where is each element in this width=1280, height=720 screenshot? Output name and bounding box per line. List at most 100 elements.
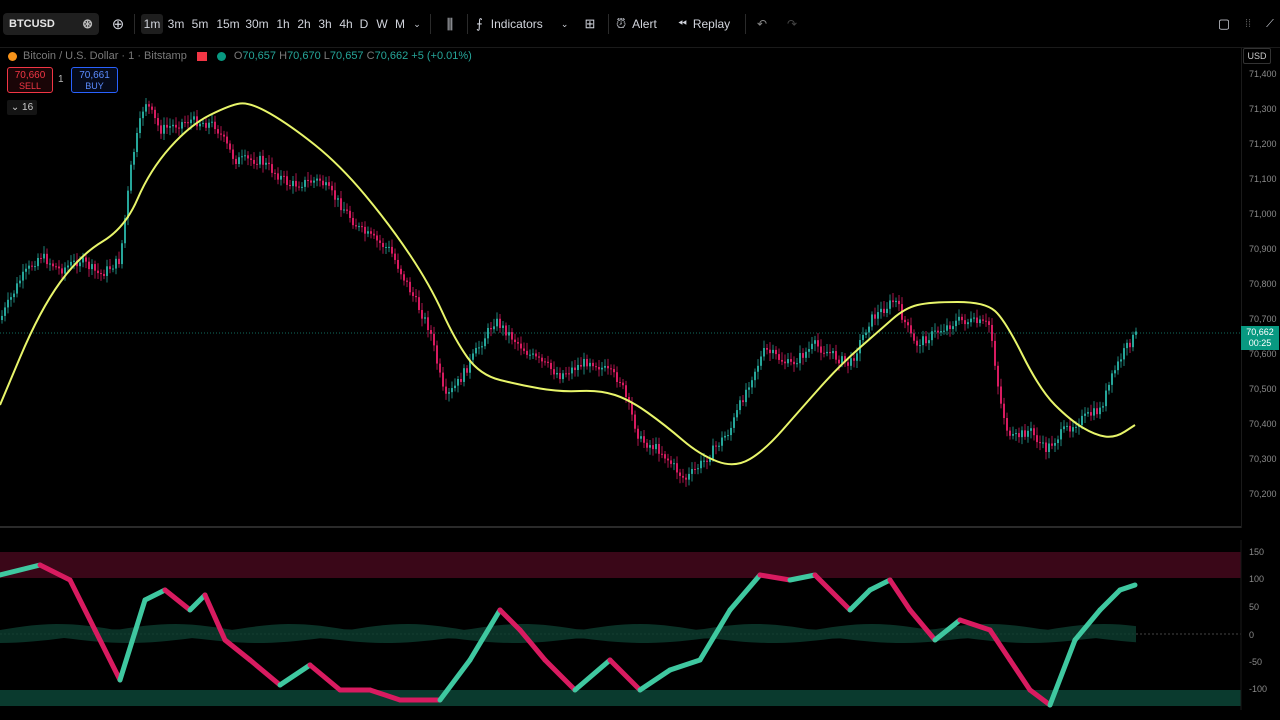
candle-body	[493, 326, 495, 330]
candle-body	[688, 473, 690, 480]
candle-body	[910, 325, 912, 334]
candle-body	[1030, 428, 1032, 431]
candle-body	[1087, 412, 1089, 414]
candle-body	[916, 340, 918, 346]
candle-body	[742, 400, 744, 403]
candle-body	[814, 340, 816, 344]
candle-body	[34, 266, 36, 268]
price-tick: 71,400	[1249, 69, 1277, 79]
candle-body	[247, 155, 249, 159]
candle-body	[226, 136, 228, 144]
candle-body	[424, 317, 426, 319]
candle-body	[298, 186, 300, 188]
candle-body	[496, 318, 498, 327]
candle-body	[703, 460, 705, 462]
oscillator-wave-segment	[867, 577, 893, 593]
candle-body	[79, 262, 81, 267]
oscillator-wave-segment	[247, 657, 283, 688]
buy-button[interactable]: 70,661 BUY	[71, 67, 118, 93]
oscillator-wave-segment	[1007, 657, 1033, 693]
buy-label: BUY	[85, 81, 104, 91]
trading-chart-app: BTCUSD ⊛ ⊕ 1m 3m 5m 15m 30m 1h 2h 3h 4h …	[0, 0, 1280, 720]
candle-body	[289, 184, 291, 187]
candle-body	[838, 359, 840, 364]
oscillator-wave-segment	[847, 587, 873, 613]
candle-body	[1045, 442, 1047, 452]
candle-body	[442, 372, 444, 387]
candle-body	[547, 361, 549, 363]
bar-countdown: 00:25	[1248, 338, 1272, 348]
legend-low: 70,657	[329, 50, 364, 62]
candle-body	[1105, 390, 1107, 407]
candle-body	[538, 356, 540, 358]
moving-average-line	[0, 102, 1136, 466]
candle-body	[418, 297, 420, 311]
candle-body	[376, 235, 378, 241]
indicators-collapse-toggle[interactable]: ⌄ 16	[7, 100, 37, 115]
candle-body	[343, 209, 345, 211]
candle-body	[706, 460, 708, 462]
candle-body	[4, 307, 6, 316]
candle-body	[778, 354, 780, 360]
candle-body	[475, 347, 477, 354]
candle-body	[403, 274, 405, 281]
candle-body	[505, 325, 507, 336]
candle-body	[1063, 426, 1065, 430]
candle-body	[40, 257, 42, 259]
candle-body	[367, 231, 369, 234]
candle-body	[1039, 442, 1041, 444]
candle-body	[193, 116, 195, 120]
candle-body	[520, 343, 522, 349]
candle-body	[145, 104, 147, 112]
candle-body	[718, 445, 720, 447]
candle-body	[271, 164, 273, 173]
candle-body	[1021, 430, 1023, 438]
candle-body	[481, 346, 483, 348]
candle-body	[319, 178, 321, 181]
candle-body	[637, 428, 639, 439]
oscillator-wave-segment	[667, 657, 703, 673]
legend-close-label: C	[366, 50, 375, 62]
candle-body	[523, 348, 525, 351]
candle-body	[802, 353, 804, 358]
candle-body	[112, 268, 114, 270]
candle-body	[172, 124, 174, 127]
candle-body	[97, 270, 99, 274]
candle-body	[784, 361, 786, 364]
legend-high-label: H	[279, 50, 288, 62]
candle-body	[964, 320, 966, 325]
candle-body	[235, 158, 237, 165]
candle-body	[187, 122, 189, 124]
candle-body	[1006, 418, 1008, 431]
candle-body	[673, 463, 675, 465]
candle-body	[184, 122, 186, 124]
candle-body	[820, 346, 822, 353]
oscillator-wave-segment	[637, 667, 673, 693]
order-quantity[interactable]: 1	[58, 74, 64, 85]
candle-body	[280, 175, 282, 180]
candle-body	[178, 127, 180, 129]
candle-body	[91, 264, 93, 270]
sell-button[interactable]: 70,660 SELL	[7, 67, 53, 93]
candle-body	[286, 176, 288, 185]
candle-body	[949, 325, 951, 330]
candle-body	[67, 265, 69, 268]
candle-body	[322, 180, 324, 186]
candle-body	[160, 125, 162, 134]
candle-body	[865, 332, 867, 336]
oscillator-wave-segment	[607, 657, 643, 693]
candle-body	[973, 317, 975, 319]
candle-body	[751, 380, 753, 388]
candle-body	[100, 273, 102, 275]
currency-selector[interactable]: USD	[1243, 48, 1271, 64]
oscillator-wave-segment	[307, 662, 343, 693]
chart-canvas[interactable]	[0, 0, 1280, 720]
flag-icon[interactable]	[196, 51, 207, 61]
oscillator-wave-segment	[572, 657, 613, 693]
candle-body	[1132, 334, 1134, 348]
oscillator-wave-segment	[887, 577, 913, 613]
candle-body	[541, 357, 543, 362]
candle-body	[700, 460, 702, 469]
candle-body	[13, 293, 15, 298]
candle-body	[295, 180, 297, 187]
